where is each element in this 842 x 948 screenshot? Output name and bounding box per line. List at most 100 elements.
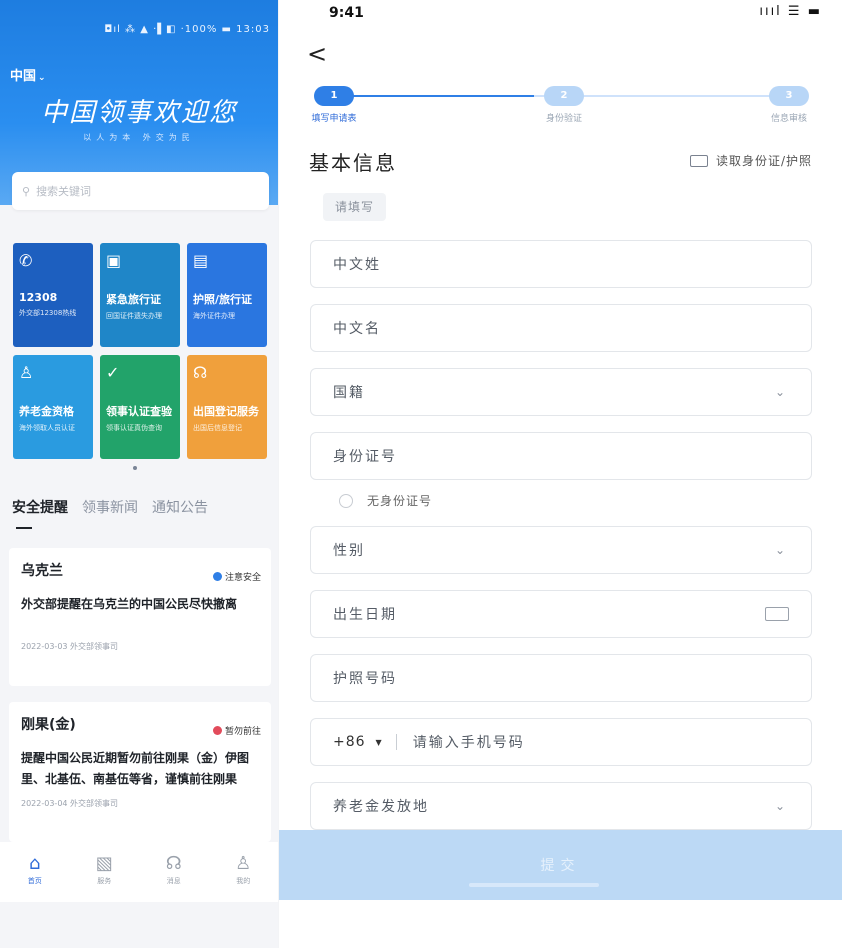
caret-down-icon: ▼	[375, 737, 384, 747]
back-icon[interactable]: <	[307, 40, 327, 68]
nav-label: 我的	[236, 877, 251, 885]
phone-icon: ✆	[19, 251, 33, 270]
bell-icon: ☊	[193, 363, 208, 382]
alert-card[interactable]: 刚果(金) 暂勿前往 提醒中国公民近期暂勿前往刚果（金）伊图里、北基伍、南基伍等…	[9, 702, 271, 842]
step-number: 3	[769, 86, 809, 106]
tile-passport[interactable]: ▤ 护照/旅行证 海外证件办理	[187, 243, 267, 347]
home-screen: ◘ıl ⁂ ▲ ·▌◧ ·100% ▬ 13:03 中国 ⌄ 中国领事欢迎您 以人…	[0, 0, 278, 948]
phone-placeholder: 请输入手机号码	[412, 735, 525, 751]
step-2: 2 身份验证	[524, 86, 604, 124]
badge-label: 暂勿前往	[224, 727, 261, 737]
search-icon: ⚲	[22, 184, 31, 198]
tab-safety[interactable]: 安全提醒	[12, 497, 68, 529]
news-tabs: 安全提醒 领事新闻 通知公告	[12, 497, 208, 529]
search-input[interactable]: ⚲ 搜索关键词	[12, 172, 269, 210]
nav-messages[interactable]: ☊ 消息	[154, 852, 194, 902]
submit-button[interactable]: 提交	[541, 855, 581, 875]
application-form-screen: 9:41 ıııl ☰ ▬ < 1 填写申请表 2 身份验证 3 信息审核 基本…	[279, 0, 842, 948]
home-icon: ⌂	[29, 853, 41, 874]
region-selector[interactable]: 中国 ⌄	[10, 65, 46, 84]
tile-registration[interactable]: ☊ 出国登记服务 出国后信息登记	[187, 355, 267, 459]
card-body: 外交部提醒在乌克兰的中国公民尽快撤离	[21, 597, 238, 611]
badge-label: 注意安全	[224, 573, 261, 583]
progress-stepper: 1 填写申请表 2 身份验证 3 信息审核	[289, 86, 829, 126]
tile-title: 护照/旅行证	[193, 293, 253, 306]
tab-notices[interactable]: 通知公告	[152, 497, 208, 517]
nav-home[interactable]: ⌂ 首页	[15, 852, 55, 902]
tile-subtitle: 回国证件遗失办理	[106, 312, 162, 320]
checkbox-label: 无身份证号	[367, 494, 433, 508]
phone-field[interactable]: +86 ▼ 请输入手机号码	[310, 718, 812, 766]
no-id-checkbox[interactable]: 无身份证号	[339, 492, 432, 509]
tile-subtitle: 外交部12308热线	[19, 309, 77, 317]
step-1: 1 填写申请表	[294, 86, 374, 124]
field-placeholder: 中文名	[333, 321, 381, 337]
hint-tag: 请填写	[323, 193, 387, 221]
check-shield-icon: ✓	[106, 363, 120, 382]
tile-emergency-travel[interactable]: ▣ 紧急旅行证 回国证件遗失办理	[100, 243, 180, 347]
chevron-down-icon: ⌄	[774, 543, 787, 557]
tile-subtitle: 海外证件办理	[193, 312, 235, 320]
read-id-button[interactable]: 读取身份证/护照	[689, 152, 812, 169]
chevron-down-icon: ⌄	[38, 73, 46, 83]
status-time: 9:41	[329, 5, 364, 21]
status-badge: 暂勿前往	[212, 724, 261, 737]
tile-subtitle: 海外领取人员认证	[19, 424, 75, 432]
divider	[395, 734, 397, 750]
document-icon: ▣	[106, 251, 122, 270]
tile-title: 12308	[19, 291, 58, 304]
field-placeholder: 国籍	[333, 385, 365, 401]
tab-news[interactable]: 领事新闻	[82, 497, 138, 517]
passport-field[interactable]: 护照号码	[310, 654, 812, 702]
page-indicator	[133, 466, 137, 470]
given-name-field[interactable]: 中文名	[310, 304, 812, 352]
field-placeholder: 身份证号	[333, 449, 397, 465]
step-number: 2	[544, 86, 584, 106]
id-card-icon	[689, 154, 708, 167]
status-icons: ıııl ☰ ▬	[759, 4, 822, 19]
badge-dot-icon	[212, 726, 222, 735]
status-badge: 注意安全	[212, 570, 261, 583]
section-title: 基本信息	[309, 151, 397, 175]
gender-select[interactable]: 性别 ⌄	[310, 526, 812, 574]
read-id-label: 读取身份证/护照	[715, 154, 812, 168]
badge-dot-icon	[212, 572, 222, 581]
tile-subtitle: 出国后信息登记	[193, 424, 242, 432]
field-placeholder: 护照号码	[333, 671, 397, 687]
id-number-field[interactable]: 身份证号	[310, 432, 812, 480]
card-date: 2022-03-04 外交部领事司	[21, 799, 119, 808]
chevron-down-icon: ⌄	[774, 799, 787, 813]
home-indicator	[469, 883, 599, 887]
card-body: 提醒中国公民近期暂勿前往刚果（金）伊图里、北基伍、南基伍等省，谨慎前往刚果	[21, 751, 250, 786]
app-title: 中国领事欢迎您	[40, 98, 237, 128]
tile-consular-verify[interactable]: ✓ 领事认证查验 领事认证真伪查询	[100, 355, 180, 459]
submit-bar: 提交	[279, 830, 842, 900]
nationality-select[interactable]: 国籍 ⌄	[310, 368, 812, 416]
tile-title: 紧急旅行证	[106, 293, 161, 306]
tile-title: 领事认证查验	[106, 405, 172, 418]
nav-services[interactable]: ▧ 服务	[84, 852, 124, 902]
pension-place-select[interactable]: 养老金发放地 ⌄	[310, 782, 812, 830]
tile-12308[interactable]: ✆ 12308 外交部12308热线	[13, 243, 93, 347]
country-code[interactable]: +86	[333, 734, 366, 750]
service-grid: ✆ 12308 外交部12308热线 ▣ 紧急旅行证 回国证件遗失办理 ▤ 护照…	[13, 243, 267, 461]
app-subtitle: 以人为本 外交为民	[83, 133, 195, 142]
chevron-down-icon: ⌄	[774, 385, 787, 399]
nav-label: 首页	[27, 877, 42, 885]
nav-profile[interactable]: ♙ 我的	[223, 852, 263, 902]
surname-field[interactable]: 中文姓	[310, 240, 812, 288]
field-placeholder: 中文姓	[333, 257, 381, 273]
step-number: 1	[314, 86, 354, 106]
status-bar: ◘ıl ⁂ ▲ ·▌◧ ·100% ▬ 13:03	[104, 24, 270, 35]
tile-pension[interactable]: ♙ 养老金资格 海外领取人员认证	[13, 355, 93, 459]
calendar-icon	[765, 607, 789, 621]
passport-icon: ▤	[193, 251, 209, 270]
tile-subtitle: 领事认证真伪查询	[106, 424, 162, 432]
person-icon: ♙	[19, 363, 34, 382]
step-3: 3 信息审核	[749, 86, 829, 124]
step-label: 填写申请表	[311, 114, 357, 124]
user-icon: ♙	[235, 853, 252, 874]
step-label: 信息审核	[770, 114, 807, 124]
alert-card[interactable]: 乌克兰 注意安全 外交部提醒在乌克兰的中国公民尽快撤离 2022-03-03 外…	[9, 548, 271, 686]
birth-date-field[interactable]: 出生日期	[310, 590, 812, 638]
